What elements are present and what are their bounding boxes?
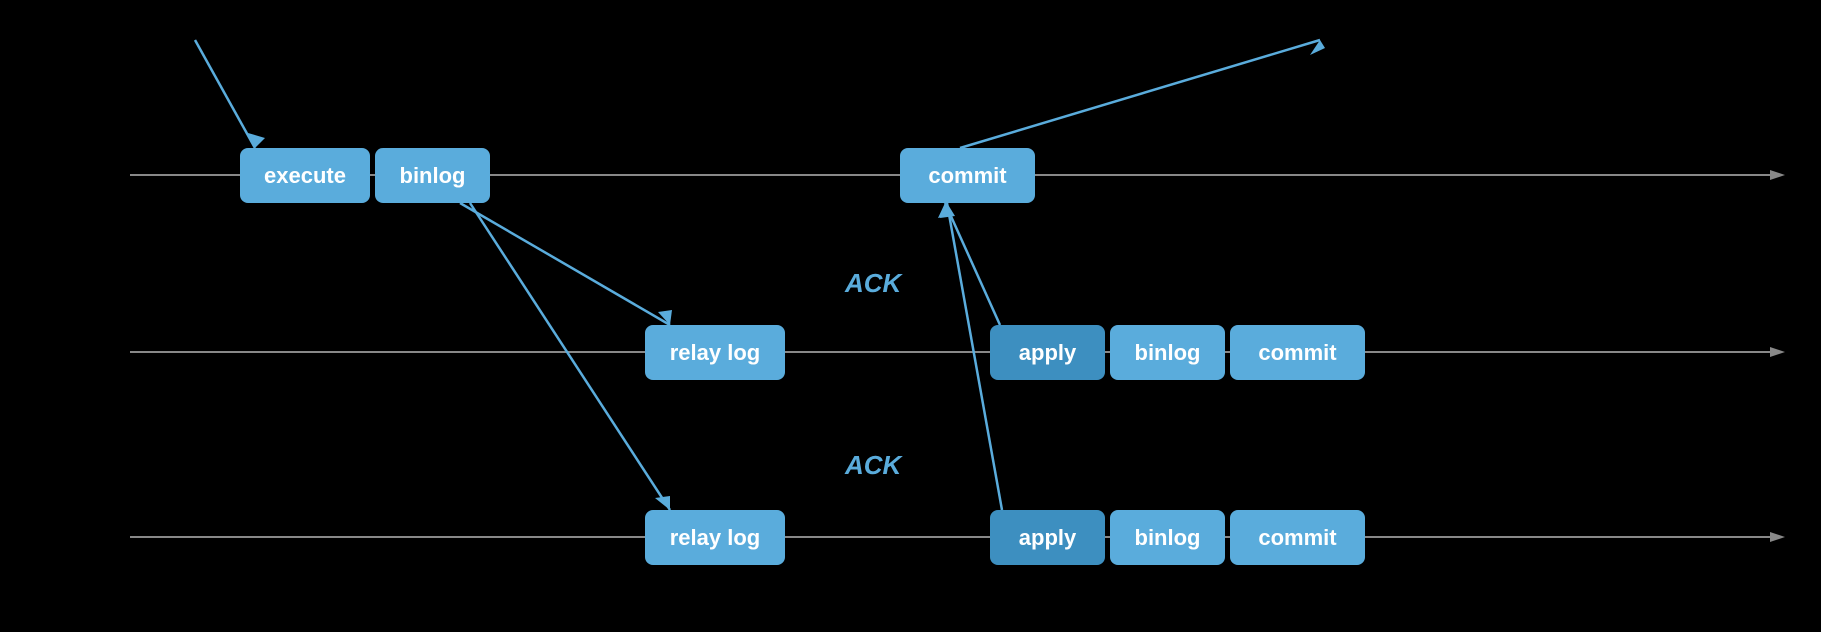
binlog2-box: binlog	[1110, 325, 1225, 380]
ack2-label: ACK	[845, 450, 901, 481]
commit3-box: commit	[1230, 510, 1365, 565]
apply2-box: apply	[990, 510, 1105, 565]
binlog3-box: binlog	[1110, 510, 1225, 565]
diagram-svg	[0, 0, 1821, 632]
binlog1-box: binlog	[375, 148, 490, 203]
relaylog2-box: relay log	[645, 510, 785, 565]
commit1-box: commit	[900, 148, 1035, 203]
commit2-box: commit	[1230, 325, 1365, 380]
execute-box: execute	[240, 148, 370, 203]
apply1-box: apply	[990, 325, 1105, 380]
ack1-label: ACK	[845, 268, 901, 299]
relaylog1-box: relay log	[645, 325, 785, 380]
